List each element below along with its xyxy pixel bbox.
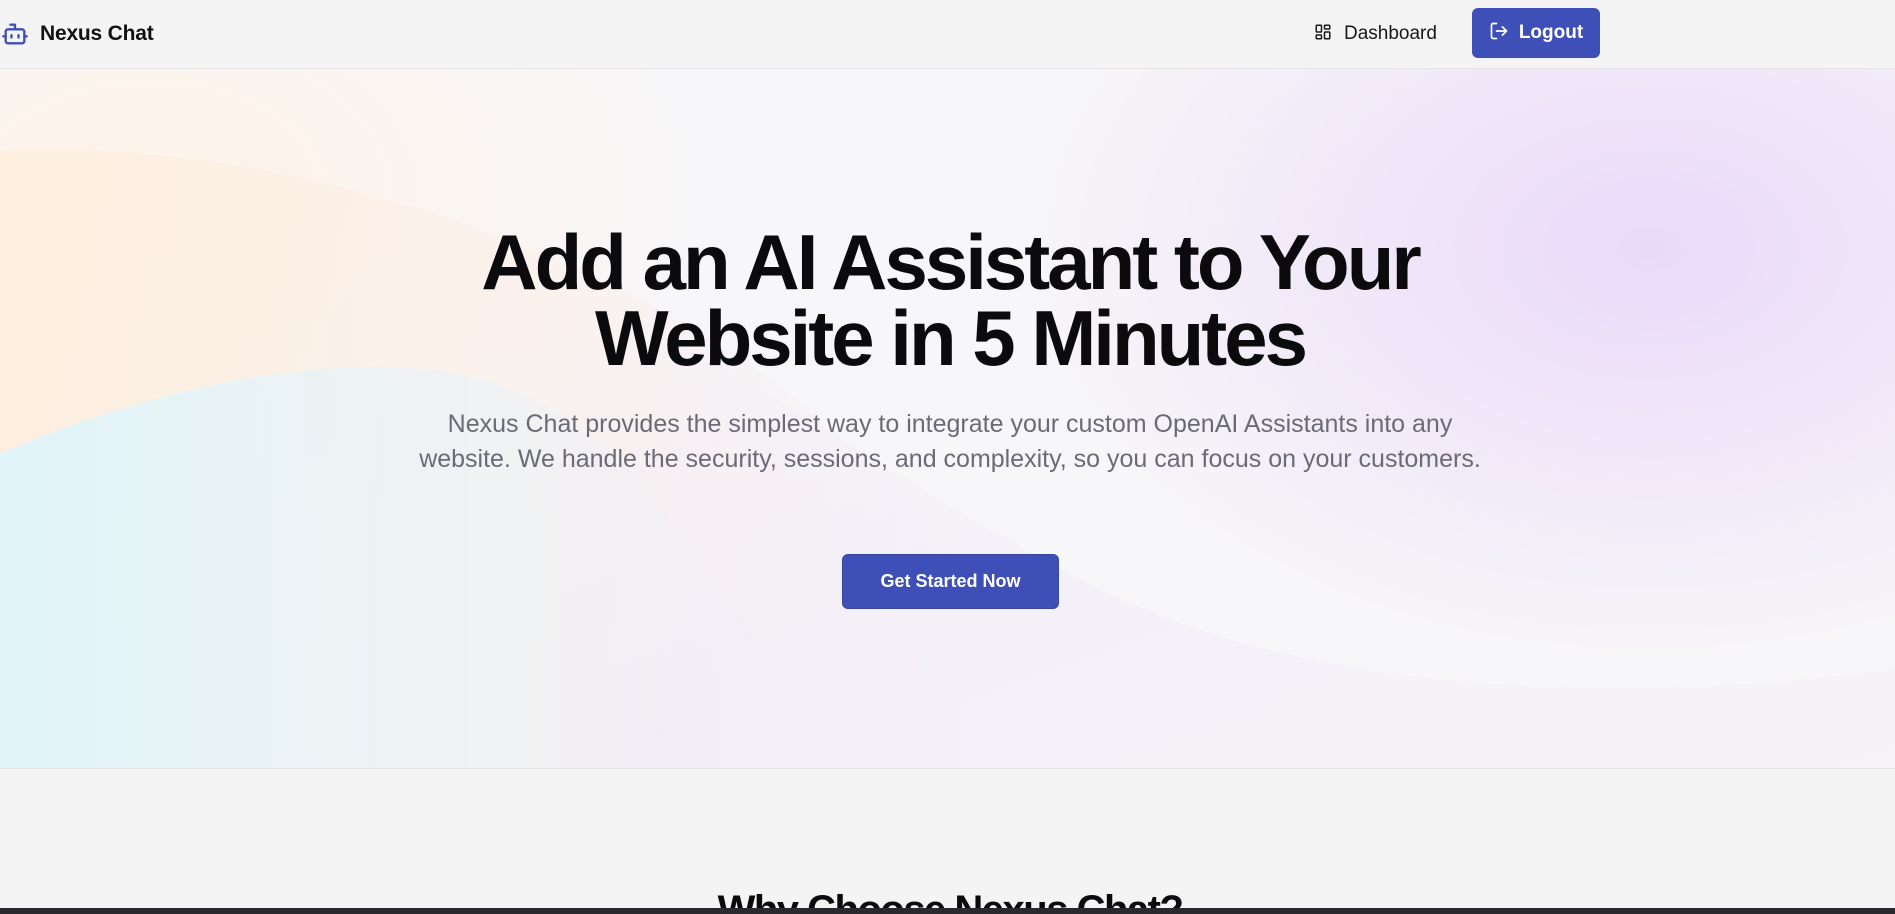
hero-section: Add an AI Assistant to Your Website in 5… <box>0 69 1895 769</box>
logout-button[interactable]: Logout <box>1472 8 1600 58</box>
top-nav-bar: Nexus Chat Dashboard Logout <box>0 0 1895 69</box>
hero-title-line-2: Website in 5 Minutes <box>594 294 1308 382</box>
robot-icon <box>0 19 30 49</box>
hero-title: Add an AI Assistant to Your Website in 5… <box>0 218 1895 382</box>
hero-title-line-1: Add an AI Assistant to Your <box>481 218 1421 306</box>
brand-name: Nexus Chat <box>40 22 154 45</box>
hero-subtitle: Nexus Chat provides the simplest way to … <box>419 410 1481 473</box>
dashboard-link[interactable]: Dashboard <box>1310 17 1441 51</box>
dashboard-grid-icon <box>1314 23 1332 46</box>
brand-logo-link[interactable]: Nexus Chat <box>0 18 154 50</box>
logout-label: Logout <box>1518 22 1584 43</box>
dashboard-label: Dashboard <box>1344 23 1437 44</box>
window-bottom-edge <box>0 908 1895 914</box>
get-started-button[interactable]: Get Started Now <box>842 554 1059 609</box>
get-started-label: Get Started Now <box>880 571 1021 591</box>
page: Nexus Chat Dashboard Logout Add an AI As… <box>0 0 1895 914</box>
logout-icon <box>1489 21 1509 46</box>
